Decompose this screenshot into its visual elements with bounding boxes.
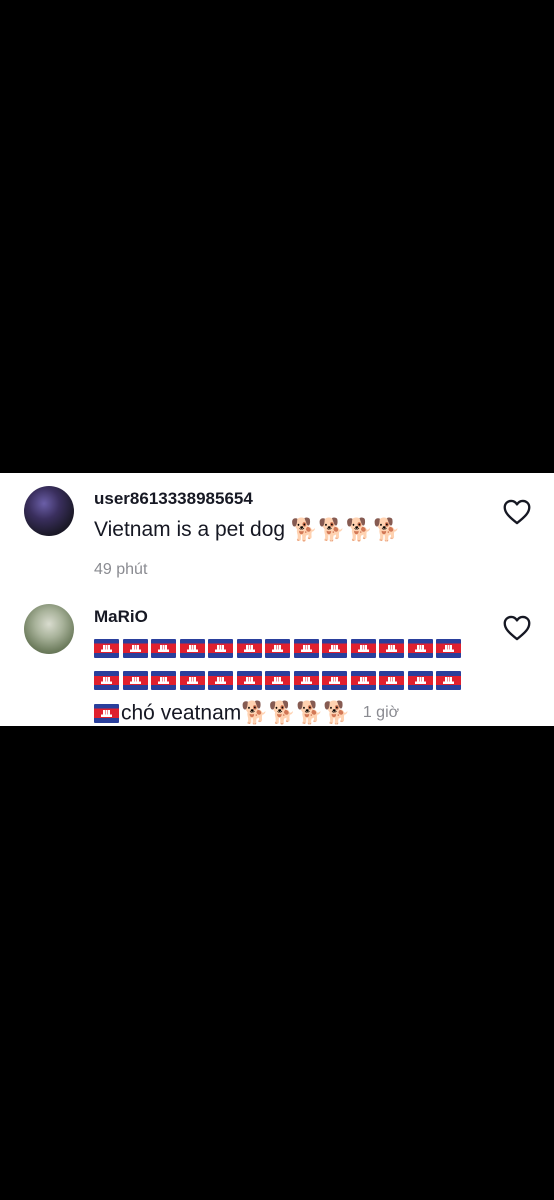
heart-outline-icon[interactable] — [503, 615, 531, 641]
avatar[interactable] — [24, 486, 74, 536]
comment-body: chó veatnam — [121, 701, 242, 725]
cambodia-flag-icon — [293, 639, 319, 659]
cambodia-flag-icon — [151, 639, 176, 659]
cambodia-flag-icon — [236, 639, 262, 659]
cambodia-flag-icon — [436, 671, 461, 691]
cambodia-flag-icon — [436, 639, 461, 659]
cambodia-flag-icon — [322, 639, 347, 659]
cambodia-flag-icon — [122, 671, 148, 691]
cambodia-flag-icon — [322, 671, 347, 691]
cambodia-flag-icon — [236, 671, 262, 691]
comment-text: chó veatnam🐕🐕🐕🐕 1 giờ — [94, 701, 399, 725]
cambodia-flag-icon — [122, 639, 148, 659]
comments-panel: user8613338985654 Vietnam is a pet dog 🐕… — [0, 473, 554, 726]
cambodia-flag-icon — [407, 639, 433, 659]
cambodia-flag-icon — [208, 639, 233, 659]
heart-outline-icon[interactable] — [503, 499, 531, 525]
comment-time: 1 giờ — [362, 704, 400, 722]
cambodia-flag-icon — [350, 639, 376, 659]
flag-row — [94, 634, 465, 664]
comment-username[interactable]: MaRiO — [94, 607, 148, 627]
cambodia-flag-icon — [94, 703, 119, 723]
avatar[interactable] — [24, 604, 74, 654]
comment-text: Vietnam is a pet dog 🐕🐕🐕🐕 — [94, 515, 401, 544]
cambodia-flag-icon — [265, 671, 290, 691]
cambodia-flag-icon — [94, 671, 119, 691]
cambodia-flag-icon — [179, 639, 205, 659]
cambodia-flag-icon — [350, 671, 376, 691]
flag-row — [94, 666, 465, 696]
cambodia-flag-icon — [293, 671, 319, 691]
cambodia-flag-icon — [379, 671, 404, 691]
comment-body: Vietnam is a pet dog — [94, 518, 286, 541]
cambodia-flag-icon — [379, 639, 404, 659]
dog-emoji-group: 🐕🐕🐕🐕 — [241, 700, 351, 726]
cambodia-flag-icon — [179, 671, 205, 691]
cambodia-flag-icon — [265, 639, 290, 659]
cambodia-flag-icon — [94, 639, 119, 659]
cambodia-flag-icon — [208, 671, 233, 691]
cambodia-flag-icon — [151, 671, 176, 691]
cambodia-flag-icon — [407, 671, 433, 691]
dog-emoji-group: 🐕🐕🐕🐕 — [290, 517, 401, 543]
comment-time: 49 phút — [94, 561, 148, 578]
comment-username[interactable]: user8613338985654 — [94, 489, 253, 509]
